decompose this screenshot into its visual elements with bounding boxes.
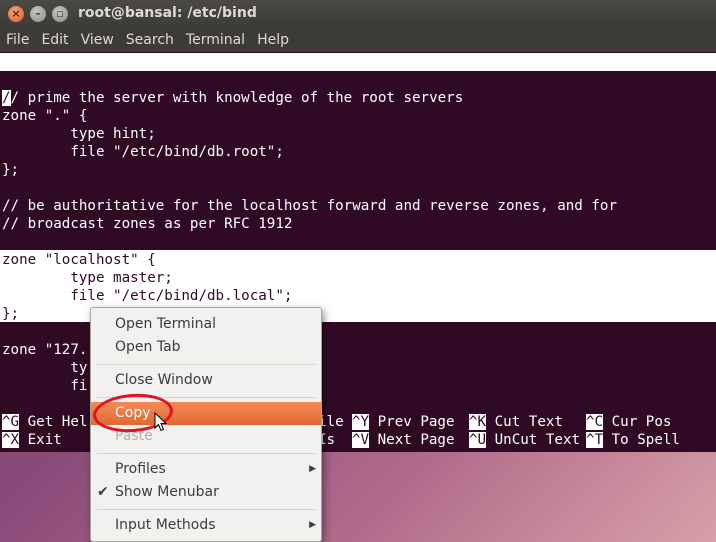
close-window-button[interactable]: × — [8, 6, 24, 22]
code-line-8: // broadcast zones as per RFC 1912 — [2, 216, 293, 232]
submenu-arrow-icon: ▶ — [309, 464, 316, 474]
menu-item-close-window[interactable]: Close Window — [91, 369, 321, 392]
minimize-button[interactable]: – — [30, 6, 46, 22]
nano-version: GNU nano 2.2.6 — [20, 72, 140, 88]
menu-item-profiles[interactable]: Profiles ▶ — [91, 458, 321, 481]
code-line-10: zone "localhost" { — [2, 252, 156, 268]
code-line-1: // prime the server with knowledge of th… — [2, 90, 464, 106]
menu-separator — [97, 509, 315, 510]
mouse-pointer-icon — [154, 412, 168, 432]
shortcut-cut-text: ^K Cut Text — [469, 414, 563, 430]
shortcut-exit: ^X Exit — [2, 432, 62, 448]
code-line-2: zone "." { — [2, 108, 88, 124]
menu-item-show-menubar[interactable]: ✔ Show Menubar — [91, 481, 321, 504]
menu-edit[interactable]: Edit — [35, 32, 74, 48]
menu-item-open-terminal[interactable]: Open Terminal — [91, 313, 321, 336]
submenu-arrow-icon: ▶ — [309, 520, 316, 530]
window-title: root@bansal: /etc/bind — [78, 5, 257, 21]
maximize-button[interactable]: ▫ — [52, 6, 68, 22]
code-line-7: // be authoritative for the localhost fo… — [2, 198, 617, 214]
code-line-15: zone "127. — [2, 342, 88, 358]
menu-item-open-tab[interactable]: Open Tab — [91, 336, 321, 359]
menu-separator — [97, 453, 315, 454]
shortcut-next-page: ^V Next Page — [352, 432, 455, 448]
code-line-12: file "/etc/bind/db.local"; — [2, 288, 293, 304]
menu-search[interactable]: Search — [120, 32, 180, 48]
code-line-17: fi — [2, 378, 88, 394]
menu-view[interactable]: View — [75, 32, 120, 48]
code-line-13: }; — [2, 306, 20, 322]
code-line-5: }; — [2, 162, 20, 178]
code-line-4: file "/etc/bind/db.root"; — [2, 144, 284, 160]
code-line-16: ty — [2, 360, 88, 376]
code-line-3: type hint; — [2, 126, 156, 142]
shortcut-uncut-text: ^U UnCut Text — [469, 432, 581, 448]
menu-file[interactable]: File — [0, 32, 35, 48]
shortcut-to-spell: ^T To Spell — [586, 432, 680, 448]
checkmark-icon: ✔ — [97, 484, 109, 500]
menu-terminal[interactable]: Terminal — [180, 32, 251, 48]
shortcut-prev-page: ^Y Prev Page — [352, 414, 455, 430]
text-cursor: / — [2, 90, 11, 106]
nano-header: GNU nano 2.2.6 File: named.conf.default-… — [0, 53, 716, 106]
menu-help[interactable]: Help — [251, 32, 295, 48]
menu-separator — [97, 364, 315, 365]
menu-item-input-methods[interactable]: Input Methods ▶ — [91, 514, 321, 537]
shortcut-get-help: ^G Get Hel — [2, 414, 88, 430]
shortcut-cur-pos: ^C Cur Pos — [586, 414, 672, 430]
title-bar[interactable]: × – ▫ root@bansal: /etc/bind — [0, 0, 716, 28]
menubar: File Edit View Search Terminal Help — [0, 28, 716, 52]
code-line-11: type master; — [2, 270, 173, 286]
